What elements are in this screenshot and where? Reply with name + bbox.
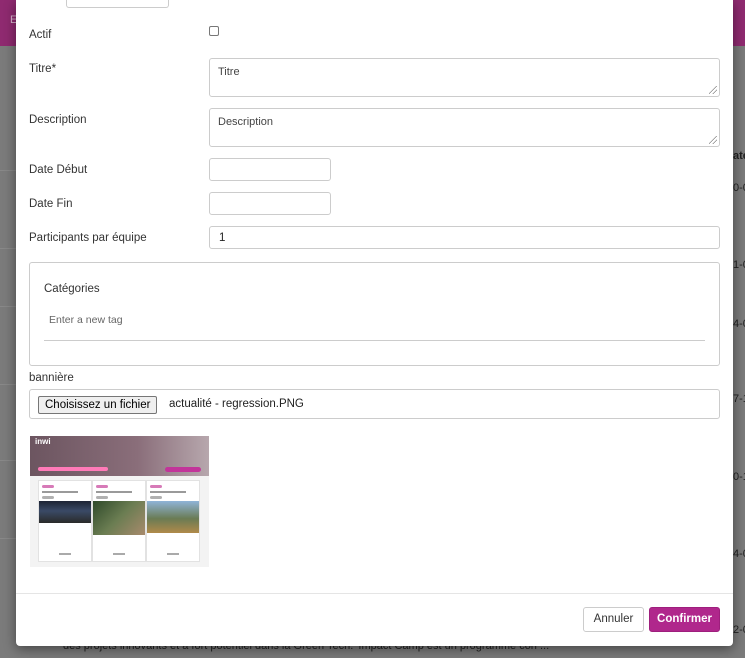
preview-text — [96, 491, 132, 493]
categories-panel: Catégories Enter a new tag — [29, 262, 720, 366]
background-row-divider — [0, 460, 16, 461]
background-cell: 7-1 — [733, 393, 745, 405]
background-column-header: ate — [733, 150, 745, 162]
banner-preview-image: inwi — [30, 436, 209, 567]
preview-card — [92, 480, 146, 562]
background-row-divider — [0, 248, 16, 249]
preview-tag — [150, 485, 162, 488]
description-input[interactable]: Description — [209, 108, 720, 147]
categories-title: Catégories — [44, 283, 100, 295]
actif-checkbox[interactable] — [209, 26, 219, 36]
previous-field-stub — [66, 0, 169, 8]
preview-title-bar — [38, 467, 108, 471]
choose-file-button[interactable]: Choisissez un fichier — [38, 396, 158, 414]
titre-label: Titre* — [29, 63, 57, 75]
preview-footer — [167, 553, 179, 555]
preview-tag — [96, 485, 108, 488]
preview-card-image — [93, 501, 145, 535]
modal-footer-divider — [16, 593, 733, 594]
background-cell: 0-0 — [733, 182, 745, 194]
preview-card — [146, 480, 200, 562]
preview-hero: inwi — [30, 436, 209, 476]
preview-footer — [59, 553, 71, 555]
date-debut-input[interactable] — [209, 158, 331, 181]
preview-logo: inwi — [35, 437, 51, 446]
preview-text — [42, 491, 78, 493]
resize-grip-icon[interactable] — [709, 136, 717, 144]
date-debut-label: Date Début — [29, 164, 88, 176]
tag-input[interactable]: Enter a new tag — [44, 308, 705, 341]
date-fin-label: Date Fin — [29, 198, 73, 210]
background-cell: 4-0 — [733, 548, 745, 560]
titre-input[interactable]: Titre — [209, 58, 720, 97]
preview-card-image — [39, 501, 91, 523]
description-label: Description — [29, 114, 87, 126]
actif-label: Actif — [29, 29, 52, 41]
description-placeholder: Description — [218, 116, 274, 128]
preview-footer — [113, 553, 125, 555]
background-cell: 2-0 — [733, 624, 745, 636]
preview-text — [150, 496, 162, 499]
participants-input[interactable]: 1 — [209, 226, 720, 249]
background-cell: 1-0 — [733, 259, 745, 271]
preview-text — [42, 496, 54, 499]
preview-text — [150, 491, 186, 493]
preview-cta-pill — [165, 467, 201, 472]
edit-modal: Actif Titre* Titre Description Descripti… — [16, 0, 733, 646]
cancel-button[interactable]: Annuler — [583, 607, 644, 632]
resize-grip-icon[interactable] — [709, 86, 717, 94]
background-table-column — [731, 46, 745, 658]
background-cell: 0-1 — [733, 471, 745, 483]
participants-label: Participants par équipe — [29, 232, 147, 244]
confirm-button[interactable]: Confirmer — [649, 607, 720, 632]
preview-card — [38, 480, 92, 562]
banniere-label: bannière — [29, 372, 74, 384]
preview-card-image — [147, 501, 199, 533]
background-row-divider — [0, 306, 16, 307]
titre-placeholder: Titre — [218, 66, 240, 78]
background-cell: 4-0 — [733, 318, 745, 330]
preview-tag — [42, 485, 54, 488]
background-row-divider — [0, 538, 16, 539]
background-row-divider — [0, 170, 16, 171]
banniere-file-input: Choisissez un fichier actualité - regres… — [29, 389, 720, 419]
preview-text — [96, 496, 108, 499]
selected-file-name: actualité - regression.PNG — [169, 398, 304, 410]
background-row-divider — [0, 384, 16, 385]
date-fin-input[interactable] — [209, 192, 331, 215]
